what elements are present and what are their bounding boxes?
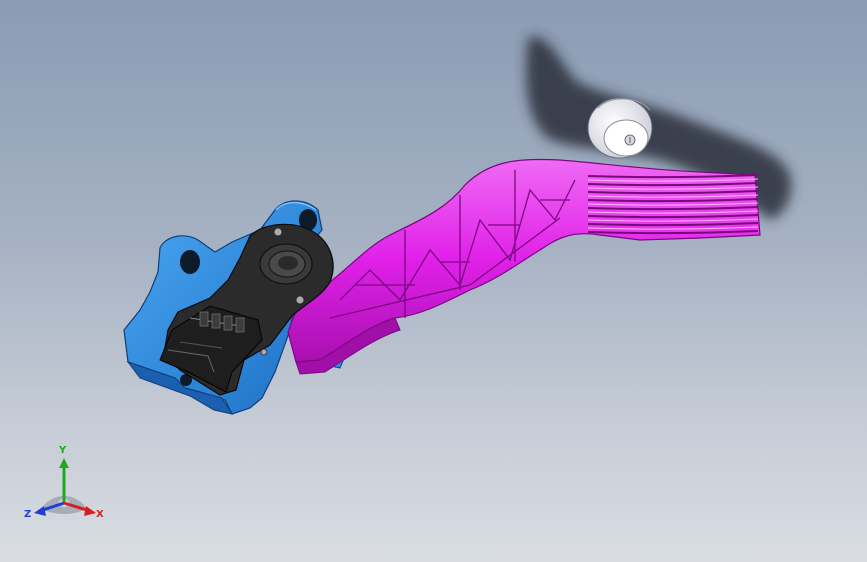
graphics-viewport[interactable]: Y X Z: [0, 0, 867, 562]
x-axis-arrow: [84, 506, 96, 516]
pedal-stopper[interactable]: [587, 97, 653, 159]
z-axis-arrow: [34, 506, 46, 516]
y-axis-label: Y: [59, 445, 67, 456]
x-axis-label: X: [96, 509, 104, 520]
pedal-arm[interactable]: [287, 158, 761, 375]
triad-graphic: [34, 458, 96, 516]
coordinate-triad[interactable]: Y X Z: [22, 445, 106, 524]
z-axis-label: Z: [24, 509, 32, 520]
y-axis-arrow: [59, 458, 69, 468]
cad-model-view[interactable]: [0, 0, 867, 562]
